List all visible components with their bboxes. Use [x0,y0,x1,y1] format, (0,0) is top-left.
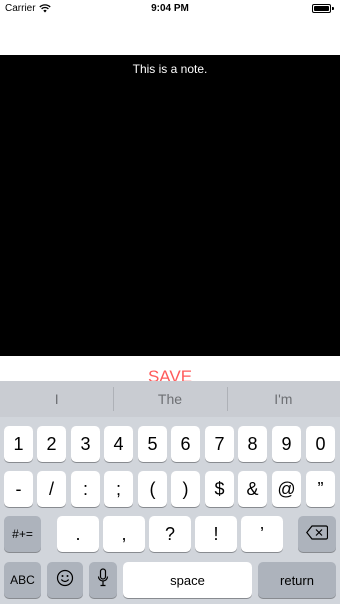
battery-icon [312,4,334,13]
suggestion-item[interactable]: I [0,381,113,417]
key-1[interactable]: 1 [4,426,33,462]
note-text: This is a note. [132,62,208,76]
key-8[interactable]: 8 [238,426,267,462]
emoji-icon [56,569,74,592]
status-time: 9:04 PM [151,3,189,14]
space-key[interactable]: space [123,562,252,598]
backspace-icon [306,524,329,545]
key-apostrophe[interactable]: ’ [241,516,283,552]
save-button[interactable]: SAVE [0,366,340,382]
key-2[interactable]: 2 [37,426,66,462]
key-ampersand[interactable]: & [238,471,267,507]
key-quote[interactable]: ” [306,471,335,507]
microphone-icon [97,568,109,592]
key-5[interactable]: 5 [138,426,167,462]
key-0[interactable]: 0 [306,426,335,462]
return-key[interactable]: return [258,562,336,598]
key-9[interactable]: 9 [272,426,301,462]
keyboard: I The I'm 1 2 3 4 5 6 7 8 9 0 - / : ; ( … [0,381,340,604]
key-3[interactable]: 3 [71,426,100,462]
key-colon[interactable]: : [71,471,100,507]
key-4[interactable]: 4 [104,426,133,462]
key-at[interactable]: @ [272,471,301,507]
emoji-key[interactable] [47,562,83,598]
key-question[interactable]: ? [149,516,191,552]
key-comma[interactable]: , [103,516,145,552]
status-bar: Carrier 9:04 PM [0,0,340,18]
key-period[interactable]: . [57,516,99,552]
backspace-key[interactable] [298,516,336,552]
key-close-paren[interactable]: ) [171,471,200,507]
key-dollar[interactable]: $ [205,471,234,507]
dictation-key[interactable] [89,562,117,598]
note-text-view[interactable]: This is a note. [0,55,340,356]
key-hyphen[interactable]: - [4,471,33,507]
suggestion-bar: I The I'm [0,381,340,417]
key-6[interactable]: 6 [171,426,200,462]
key-open-paren[interactable]: ( [138,471,167,507]
abc-key[interactable]: ABC [4,562,41,598]
key-semicolon[interactable]: ; [104,471,133,507]
key-slash[interactable]: / [37,471,66,507]
suggestion-item[interactable]: The [113,381,226,417]
more-symbols-key[interactable]: #+= [4,516,41,552]
suggestion-item[interactable]: I'm [226,381,340,417]
key-7[interactable]: 7 [205,426,234,462]
key-exclamation[interactable]: ! [195,516,237,552]
